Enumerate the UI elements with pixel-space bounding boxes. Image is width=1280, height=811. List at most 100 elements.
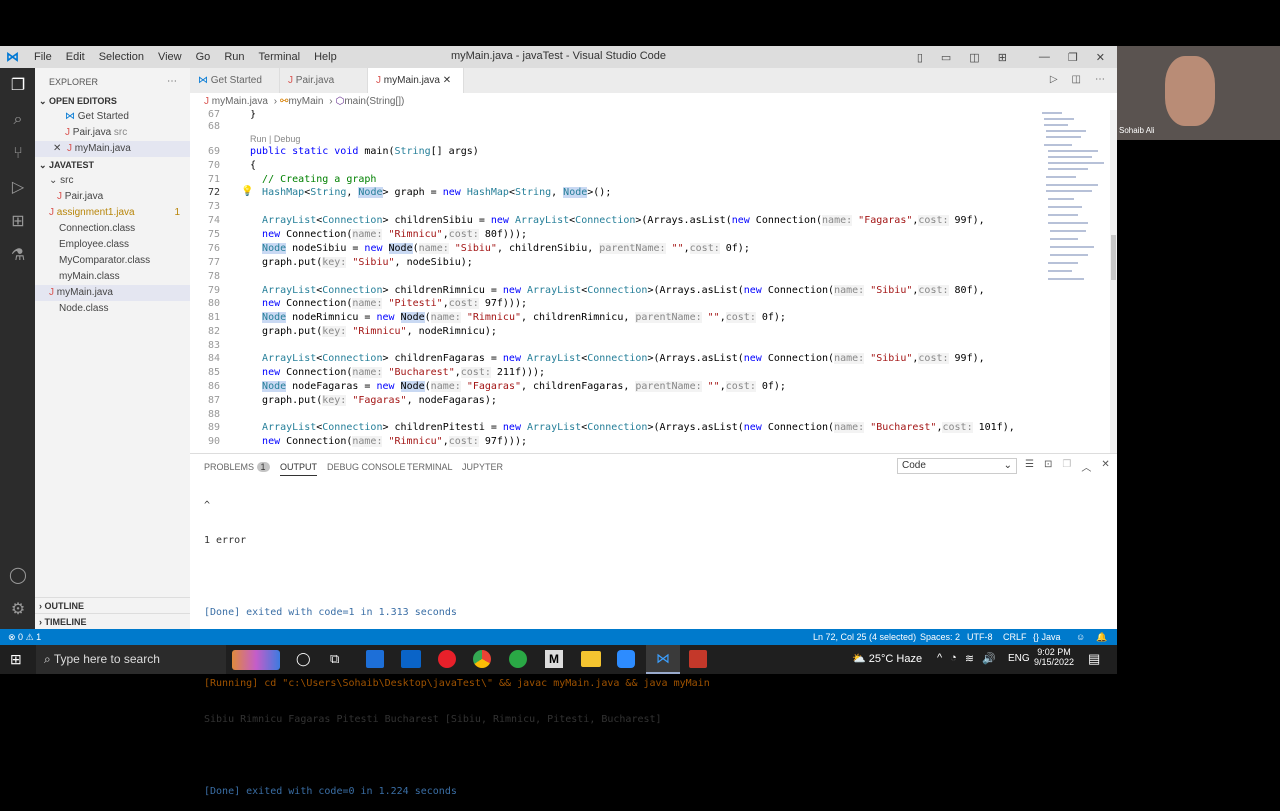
chevron-up-icon[interactable]: ^ bbox=[937, 652, 942, 665]
minimap[interactable] bbox=[1040, 110, 1110, 290]
editor-scrollbar[interactable] bbox=[1110, 110, 1117, 453]
explorer-icon[interactable]: ❐ bbox=[8, 76, 28, 96]
breadcrumb-method[interactable]: main(String[]) bbox=[344, 96, 404, 107]
open-editor-item-active[interactable]: ✕ J myMain.java bbox=[35, 141, 190, 157]
notifications-bell-icon[interactable]: 🔔 bbox=[1096, 629, 1107, 645]
language-mode[interactable]: {} Java bbox=[1033, 629, 1061, 645]
maximize-button[interactable]: ❐ bbox=[1068, 51, 1078, 64]
scrollbar-thumb[interactable] bbox=[1111, 235, 1116, 280]
tab-mymain-java[interactable]: J myMain.java ✕ bbox=[368, 68, 464, 93]
run-debug-icon[interactable]: ▷ bbox=[8, 178, 28, 198]
taskbar-search-box[interactable]: ⌕ Type here to search bbox=[36, 645, 226, 674]
file-explorer-icon[interactable] bbox=[581, 651, 601, 667]
indentation[interactable]: Spaces: 2 bbox=[920, 629, 960, 645]
file-item[interactable]: MyComparator.class bbox=[35, 253, 190, 269]
panel-actions: ☰ ⊡ ❐ ︿ ✕ bbox=[1025, 459, 1110, 474]
open-editors-section[interactable]: ⌄ OPEN EDITORS bbox=[35, 93, 190, 109]
line-number: 70 bbox=[207, 160, 220, 171]
manage-gear-icon[interactable]: ⚙ bbox=[8, 600, 28, 620]
minimize-button[interactable]: — bbox=[1039, 51, 1050, 63]
line-number: 88 bbox=[207, 409, 220, 420]
file-item[interactable]: J assignment1.java 1 bbox=[35, 205, 190, 221]
split-editor-icon[interactable]: ◫ bbox=[1072, 74, 1081, 85]
tab-label: Get Started bbox=[210, 75, 262, 86]
zoom-icon[interactable] bbox=[617, 650, 635, 668]
tab-output[interactable]: OUTPUT bbox=[280, 462, 317, 476]
weather-widget[interactable]: ⛅ 25°C Haze bbox=[852, 652, 922, 665]
breadcrumb-file[interactable]: myMain.java bbox=[212, 96, 268, 107]
codelens-run-debug[interactable]: Run | Debug bbox=[250, 134, 300, 144]
source-control-icon[interactable]: ⑂ bbox=[8, 144, 28, 164]
account-icon[interactable]: ◯ bbox=[8, 566, 28, 586]
vscode-taskbar-icon[interactable]: ⋈ bbox=[646, 645, 680, 674]
copy-icon[interactable]: ❐ bbox=[1062, 459, 1071, 474]
close-panel-icon[interactable]: ✕ bbox=[1101, 459, 1109, 474]
tab-get-started[interactable]: ⋈ Get Started bbox=[190, 68, 280, 93]
lock-icon[interactable]: ⊡ bbox=[1044, 459, 1052, 474]
outline-section[interactable]: › OUTLINE bbox=[35, 597, 190, 613]
notification-center-icon[interactable]: ▤ bbox=[1088, 651, 1100, 667]
wifi-icon[interactable]: ≋ bbox=[965, 652, 974, 665]
cortana-icon[interactable]: ◯ bbox=[296, 651, 311, 667]
project-section[interactable]: ⌄ JAVATEST bbox=[35, 157, 190, 173]
tab-jupyter[interactable]: JUPYTER bbox=[462, 462, 503, 472]
end-of-line[interactable]: CRLF bbox=[1003, 629, 1027, 645]
layout-panel-icon[interactable]: ▭ bbox=[941, 51, 951, 64]
feedback-icon[interactable]: ☺ bbox=[1076, 629, 1085, 645]
close-icon[interactable]: ✕ bbox=[53, 143, 64, 154]
testing-icon[interactable]: ⚗ bbox=[8, 246, 28, 266]
filter-list-icon[interactable]: ☰ bbox=[1025, 459, 1034, 474]
line-number: 87 bbox=[207, 395, 220, 406]
windows-start-icon[interactable]: ⊞ bbox=[10, 651, 22, 668]
upwork-icon[interactable] bbox=[509, 650, 527, 668]
timeline-section[interactable]: › TIMELINE bbox=[35, 613, 190, 629]
task-view-icon[interactable]: ⧉ bbox=[330, 651, 339, 667]
tab-debug-console[interactable]: DEBUG CONSOLE bbox=[327, 462, 406, 472]
m-app-icon[interactable]: M bbox=[545, 650, 563, 668]
store-icon[interactable] bbox=[366, 650, 384, 668]
run-icon[interactable]: ▷ bbox=[1050, 74, 1058, 85]
code-line: Node nodeRimnicu = new Node(name: "Rimni… bbox=[262, 312, 786, 323]
close-button[interactable]: ✕ bbox=[1096, 51, 1105, 64]
folder-item[interactable]: ⌄ src bbox=[35, 173, 190, 189]
tab-problems[interactable]: PROBLEMS 1 bbox=[204, 462, 270, 472]
timeline-title: TIMELINE bbox=[44, 617, 87, 627]
layout-split-icon[interactable]: ◫ bbox=[969, 51, 979, 64]
file-item[interactable]: myMain.class bbox=[35, 269, 190, 285]
cursor-position[interactable]: Ln 72, Col 25 (4 selected) bbox=[813, 629, 916, 645]
breadcrumb-class[interactable]: myMain bbox=[288, 96, 323, 107]
explorer-sidebar: EXPLORER ⋯ ⌄ OPEN EDITORS ⋈ Get Started … bbox=[35, 68, 190, 629]
output-channel-select[interactable]: Code ⌄ bbox=[897, 458, 1017, 474]
file-item[interactable]: Connection.class bbox=[35, 221, 190, 237]
close-icon[interactable]: ✕ bbox=[443, 75, 451, 86]
search-icon[interactable]: ⌕ bbox=[8, 110, 28, 130]
chrome-icon[interactable] bbox=[473, 650, 491, 668]
open-editor-item[interactable]: J Pair.java src bbox=[35, 125, 190, 141]
mail-icon[interactable] bbox=[401, 650, 421, 668]
tab-terminal[interactable]: TERMINAL bbox=[407, 462, 453, 472]
problems-status[interactable]: ⊗ 0 ⚠ 1 bbox=[8, 629, 41, 645]
language-indicator[interactable]: ENG bbox=[1008, 653, 1030, 664]
more-actions-icon[interactable]: ⋯ bbox=[1095, 74, 1105, 85]
open-editor-item[interactable]: ⋈ Get Started bbox=[35, 109, 190, 125]
customize-layout-icon[interactable]: ⊞ bbox=[998, 51, 1007, 64]
network-icon[interactable]: ◔ bbox=[950, 652, 957, 665]
error-count: 0 bbox=[18, 632, 24, 642]
file-item-selected[interactable]: J myMain.java bbox=[35, 285, 190, 301]
extensions-icon[interactable]: ⊞ bbox=[8, 212, 28, 232]
file-item[interactable]: J Pair.java bbox=[35, 189, 190, 205]
maximize-panel-icon[interactable]: ︿ bbox=[1081, 459, 1091, 474]
code-editor[interactable]: 67 68 } Run | Debug 69 public static voi… bbox=[190, 110, 1117, 453]
more-actions-icon[interactable]: ⋯ bbox=[167, 74, 187, 90]
opera-icon[interactable] bbox=[438, 650, 456, 668]
encoding[interactable]: UTF-8 bbox=[967, 629, 993, 645]
file-item[interactable]: Employee.class bbox=[35, 237, 190, 253]
volume-icon[interactable]: 🔊 bbox=[982, 652, 996, 665]
search-highlight-icon[interactable] bbox=[232, 650, 280, 670]
clock[interactable]: 9:02 PM 9/15/2022 bbox=[1034, 647, 1074, 667]
powerpoint-icon[interactable] bbox=[689, 650, 707, 668]
file-item[interactable]: Node.class bbox=[35, 301, 190, 317]
layout-sidebar-icon[interactable]: ▯ bbox=[917, 51, 923, 64]
tab-pair-java[interactable]: J Pair.java bbox=[280, 68, 368, 93]
